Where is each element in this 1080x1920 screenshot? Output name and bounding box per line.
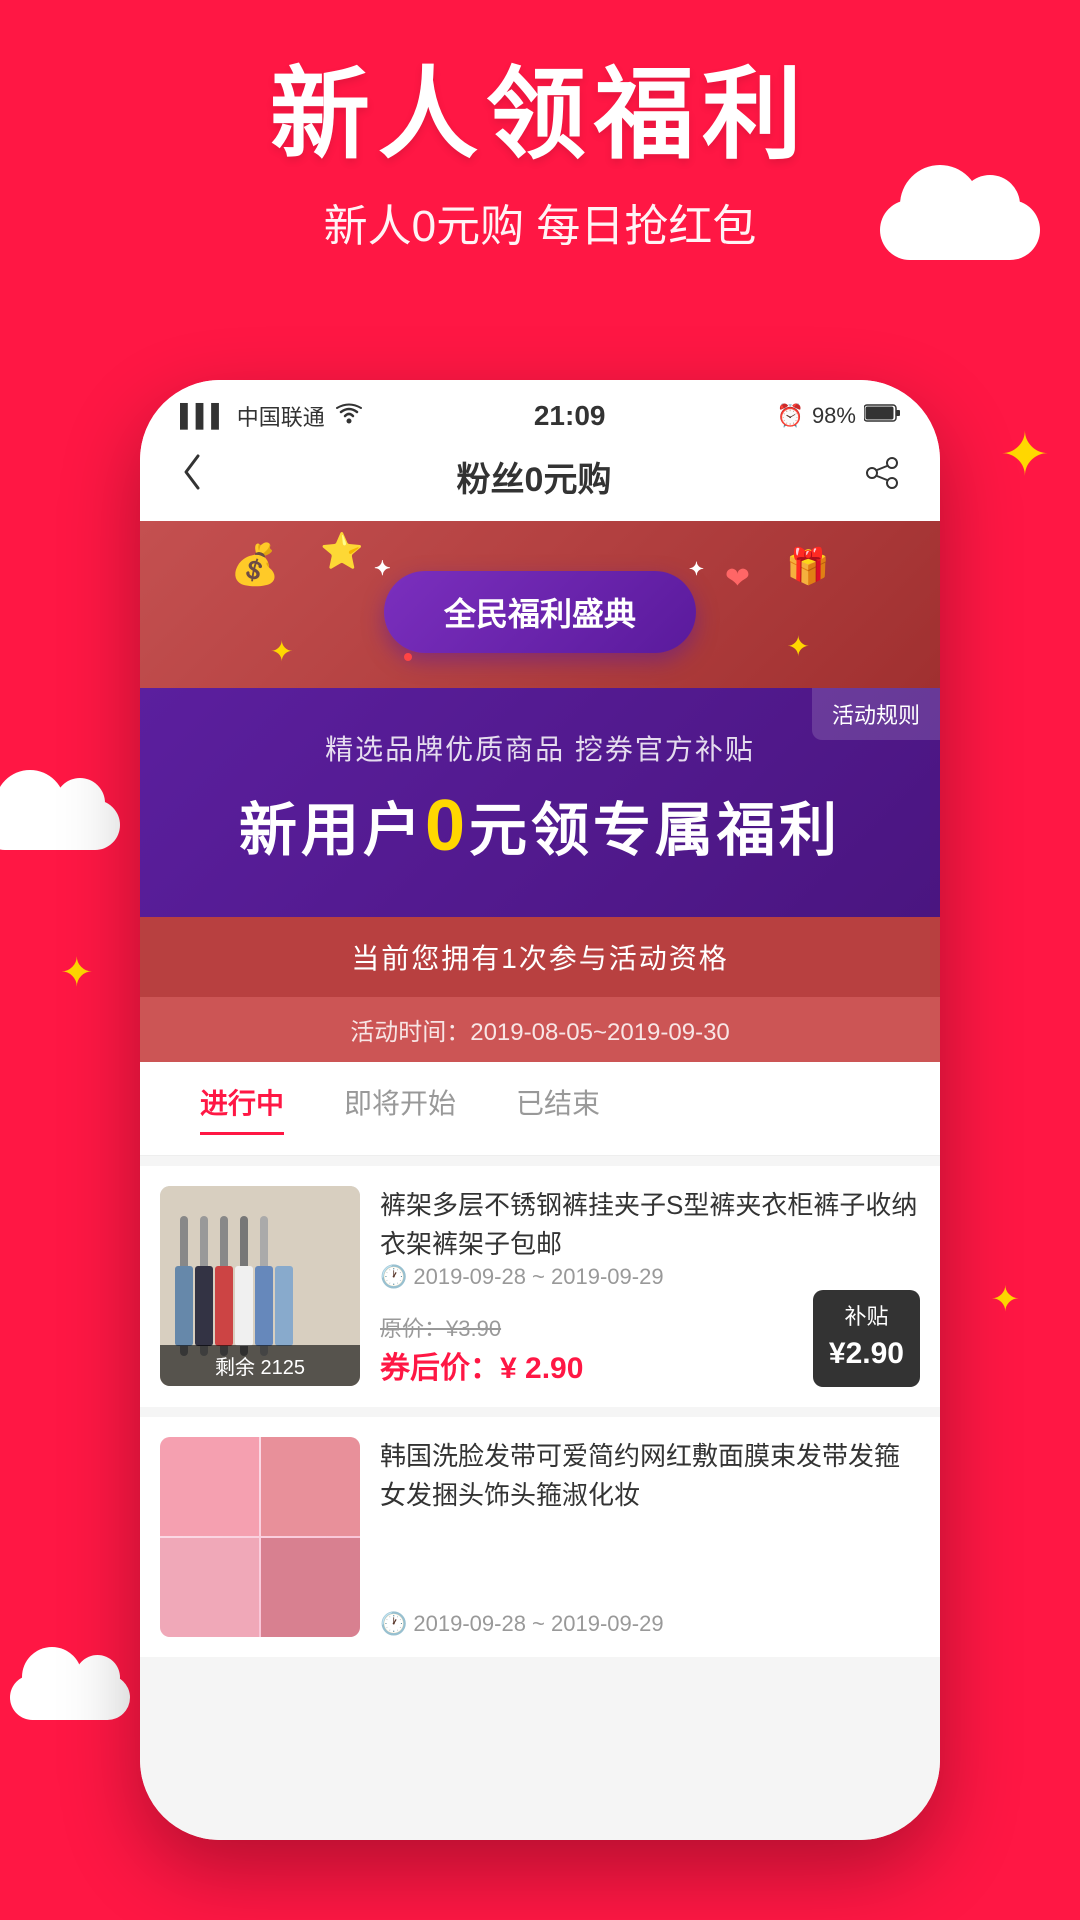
status-right: ⏰ 98%: [777, 403, 900, 429]
product-image-1: 剩余 2125: [160, 1186, 360, 1386]
status-time: 21:09: [534, 400, 606, 432]
remaining-badge-1: 剩余 2125: [160, 1345, 360, 1386]
hero-title: 新人领福利: [0, 60, 1080, 170]
rules-button[interactable]: 活动规则: [812, 688, 940, 740]
date-bar: 活动时间：2019-08-05~2019-09-30: [140, 997, 940, 1062]
nav-title: 粉丝0元购: [457, 452, 612, 501]
product-info-2: 韩国洗脸发带可爱简约网红敷面膜束发带发箍女发捆头饰头箍淑化妆 🕐 2019-09…: [380, 1437, 920, 1637]
original-price-1: 原价：¥3.90: [380, 1311, 583, 1343]
product-price-row-1: 原价：¥3.90 券后价：¥ 2.90 补贴 ¥2.90: [380, 1290, 920, 1387]
alarm-icon: ⏰: [777, 403, 804, 429]
subsidy-label-1: 补贴: [829, 1302, 904, 1333]
phone-content: 💰 ⭐ 🎁 ❤ ✦ ✦ 全民福利盛典 ✦: [140, 521, 940, 1840]
women-img-cell-3: [160, 1538, 259, 1637]
product-image-2: [160, 1437, 360, 1637]
battery-icon: [864, 403, 900, 429]
promo-subtitle: 精选品牌优质商品 挖券官方补贴: [180, 728, 900, 768]
carrier-name: 中国联通: [237, 400, 325, 432]
women-img-cell-2: [261, 1437, 360, 1536]
wifi-icon: [335, 402, 363, 430]
product-date-1: 🕐 2019-09-28 ~ 2019-09-29: [380, 1264, 920, 1290]
hero-section: 新人领福利 新人0元购 每日抢红包: [0, 60, 1080, 254]
sparkle-mid-right: ✦: [991, 1280, 1020, 1320]
subsidy-amount-1: ¥2.90: [829, 1333, 904, 1375]
subsidy-button-1[interactable]: 补贴 ¥2.90: [813, 1290, 920, 1387]
qualification-bar: 当前您拥有1次参与活动资格: [140, 917, 940, 997]
status-left: ▌▌▌ 中国联通: [180, 400, 363, 432]
product-card-1[interactable]: 剩余 2125 裤架多层不锈钢裤挂夹子S型裤夹衣柜裤子收纳衣架裤架子包邮 🕐 2…: [140, 1166, 940, 1407]
banner-area: 💰 ⭐ 🎁 ❤ ✦ ✦ 全民福利盛典 ✦: [140, 521, 940, 1062]
event-banner: 💰 ⭐ 🎁 ❤ ✦ ✦ 全民福利盛典 ✦: [140, 521, 940, 688]
cloud-left-mid: [0, 800, 120, 850]
women-img-cell-1: [160, 1437, 259, 1536]
promo-main-text: 新用户0元领专属福利: [180, 783, 900, 867]
women-image: [160, 1437, 360, 1637]
product-info-1: 裤架多层不锈钢裤挂夹子S型裤夹衣柜裤子收纳衣架裤架子包邮 🕐 2019-09-2…: [380, 1186, 920, 1387]
discounted-price-1: 券后价：¥ 2.90: [380, 1343, 583, 1387]
event-badge: 全民福利盛典 ✦: [384, 571, 696, 653]
product-title-1: 裤架多层不锈钢裤挂夹子S型裤夹衣柜裤子收纳衣架裤架子包邮: [380, 1186, 920, 1264]
sparkle-mid-left: ✦: [60, 950, 94, 996]
nav-bar: 粉丝0元购: [140, 442, 940, 521]
tab-ended[interactable]: 已结束: [516, 1082, 600, 1135]
share-button[interactable]: [864, 455, 900, 499]
women-img-cell-4: [261, 1538, 360, 1637]
tab-upcoming[interactable]: 即将开始: [344, 1082, 456, 1135]
promo-block: 活动规则 精选品牌优质商品 挖券官方补贴 新用户0元领专属福利: [140, 688, 940, 917]
battery-percent: 98%: [812, 403, 856, 429]
status-bar: ▌▌▌ 中国联通 21:09 ⏰ 98%: [140, 380, 940, 442]
clock-icon: 🕐: [380, 1264, 407, 1290]
event-badge-container: 全民福利盛典 ✦: [170, 571, 910, 653]
product-date-2: 🕐 2019-09-28 ~ 2019-09-29: [380, 1611, 920, 1637]
tab-ongoing[interactable]: 进行中: [200, 1082, 284, 1135]
tabs-bar: 进行中 即将开始 已结束: [140, 1062, 940, 1156]
signal-icon: ▌▌▌: [180, 403, 227, 429]
product-card-2[interactable]: 韩国洗脸发带可爱简约网红敷面膜束发带发箍女发捆头饰头箍淑化妆 🕐 2019-09…: [140, 1417, 940, 1657]
cloud-bottom-left: [10, 1675, 130, 1720]
sparkle-top-right: ✦: [1000, 420, 1050, 490]
price-left-1: 原价：¥3.90 券后价：¥ 2.90: [380, 1311, 583, 1387]
clock-icon-2: 🕐: [380, 1611, 407, 1637]
hero-subtitle: 新人0元购 每日抢红包: [0, 190, 1080, 254]
back-button[interactable]: [180, 452, 204, 501]
product-title-2: 韩国洗脸发带可爱简约网红敷面膜束发带发箍女发捆头饰头箍淑化妆: [380, 1437, 920, 1515]
phone-mockup: ▌▌▌ 中国联通 21:09 ⏰ 98%: [140, 380, 940, 1840]
